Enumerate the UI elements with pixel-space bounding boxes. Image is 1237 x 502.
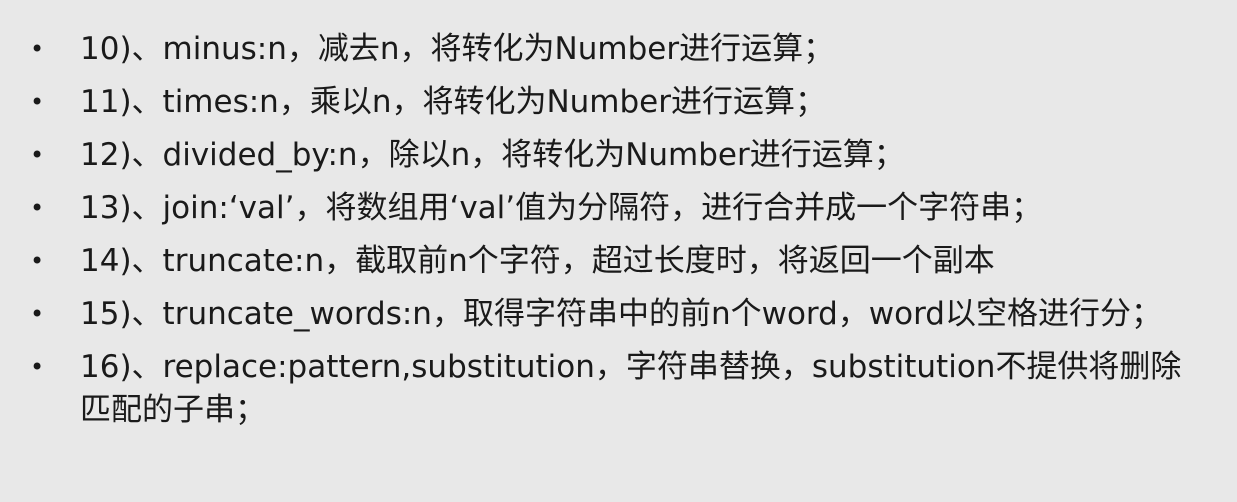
list-item-text: 15)、truncate_words:n，取得字符串中的前n个word，word… bbox=[80, 296, 1162, 332]
bullet-icon: • bbox=[30, 35, 45, 63]
list-item: • 11)、times:n，乘以n，将转化为Number进行运算； bbox=[0, 81, 1237, 124]
list-item: • 16)、replace:pattern,substitution，字符串替换… bbox=[0, 346, 1237, 432]
list-item-text: 11)、times:n，乘以n，将转化为Number进行运算； bbox=[80, 84, 826, 120]
bullet-icon: • bbox=[30, 194, 45, 222]
bullet-icon: • bbox=[30, 88, 45, 116]
list-item: • 10)、minus:n，减去n，将转化为Number进行运算； bbox=[0, 28, 1237, 71]
list-item-text: 10)、minus:n，减去n，将转化为Number进行运算； bbox=[80, 31, 835, 67]
list-item-text: 13)、join:‘val’，将数组用‘val’值为分隔符，进行合并成一个字符串… bbox=[80, 190, 1043, 226]
list-item: • 12)、divided_by:n，除以n，将转化为Number进行运算； bbox=[0, 134, 1237, 177]
bullet-icon: • bbox=[30, 353, 45, 381]
bullet-icon: • bbox=[30, 247, 45, 275]
slide-content: • 10)、minus:n，减去n，将转化为Number进行运算； • 11)、… bbox=[0, 0, 1237, 502]
list-item: • 14)、truncate:n，截取前n个字符，超过长度时，将返回一个副本 bbox=[0, 240, 1237, 283]
bullet-icon: • bbox=[30, 300, 45, 328]
list-item-text: 16)、replace:pattern,substitution，字符串替换，s… bbox=[80, 349, 1182, 428]
list-item-text: 14)、truncate:n，截取前n个字符，超过长度时，将返回一个副本 bbox=[80, 243, 995, 279]
list-item: • 15)、truncate_words:n，取得字符串中的前n个word，wo… bbox=[0, 293, 1237, 336]
bullet-icon: • bbox=[30, 141, 45, 169]
list-item: • 13)、join:‘val’，将数组用‘val’值为分隔符，进行合并成一个字… bbox=[0, 187, 1237, 230]
list-item-text: 12)、divided_by:n，除以n，将转化为Number进行运算； bbox=[80, 137, 905, 173]
